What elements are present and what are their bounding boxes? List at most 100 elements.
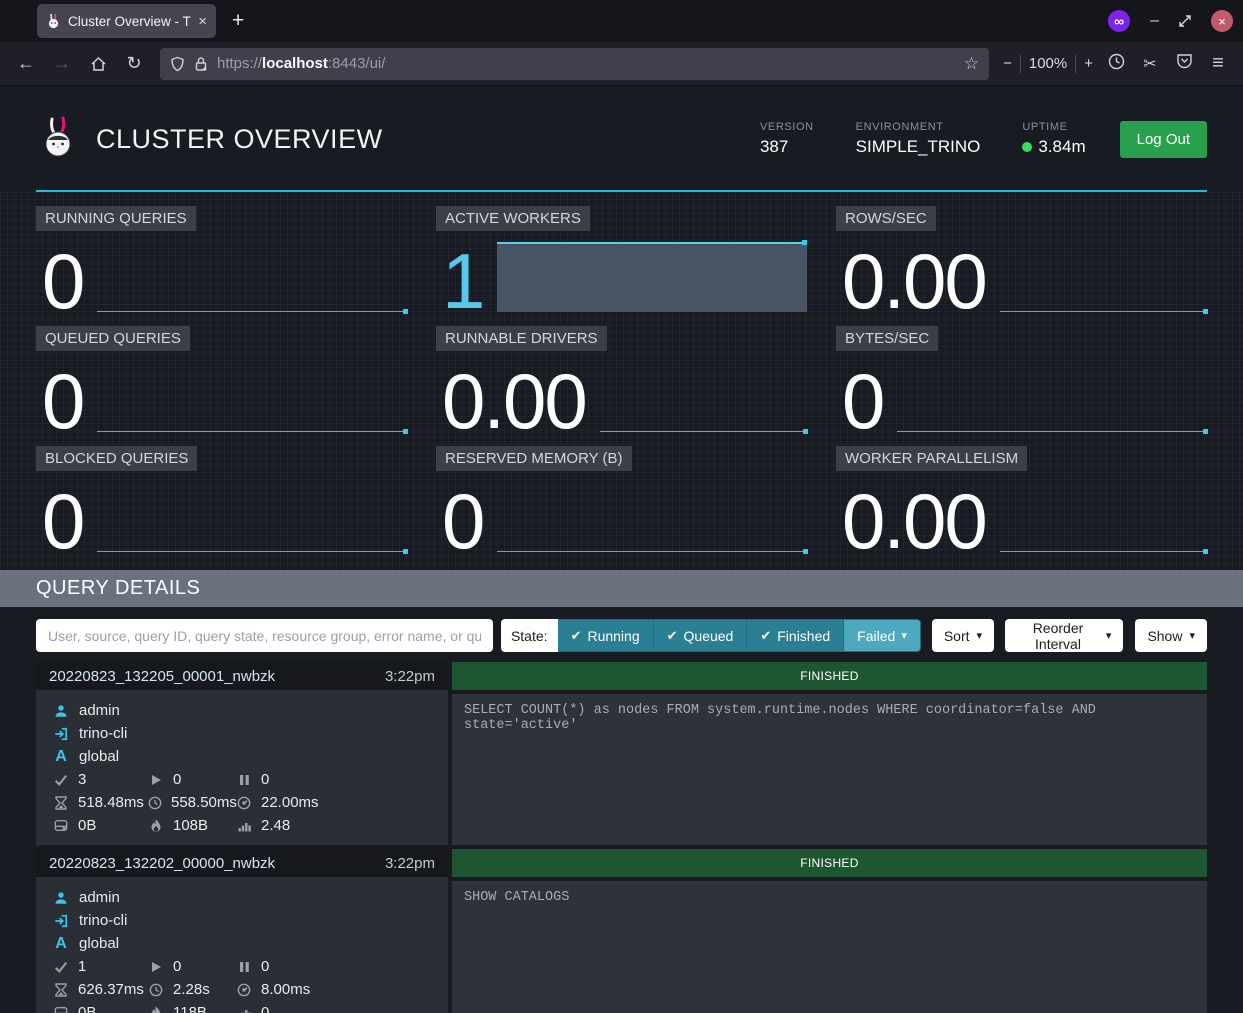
stat-card-rows-sec: ROWS/SEC 0.00 <box>836 206 1207 314</box>
query-user: admin <box>79 889 120 906</box>
elapsed-clock-icon <box>148 796 162 810</box>
app-header: CLUSTER OVERVIEW VERSION 387 ENVIRONMENT… <box>0 86 1243 172</box>
url-text[interactable]: https://localhost:8443/ui/ <box>217 55 955 72</box>
sparkline <box>600 363 807 432</box>
query-search-input[interactable] <box>36 619 493 652</box>
current-memory-disk-icon <box>53 819 69 832</box>
query-id-link[interactable]: 20220823_132202_00000_nwbzk <box>49 855 385 872</box>
new-tab-button[interactable]: + <box>232 9 244 33</box>
query-user: admin <box>79 702 120 719</box>
trino-bunny-logo <box>36 116 82 162</box>
splits-queued-pause-icon <box>236 961 252 973</box>
source-signin-icon <box>53 727 69 741</box>
sparkline <box>97 363 407 432</box>
tracking-shield-icon[interactable] <box>170 56 185 72</box>
bookmark-star-icon[interactable]: ☆ <box>964 54 979 74</box>
cpu-time-gauge-icon <box>236 796 252 810</box>
uptime-info: UPTIME 3.84m <box>1022 121 1085 157</box>
reload-icon[interactable]: ↻ <box>118 48 150 80</box>
url-bar[interactable]: https://localhost:8443/ui/ ☆ <box>160 48 989 80</box>
sparkline <box>1000 483 1207 552</box>
stat-card-bytes-sec: BYTES/SEC 0 <box>836 326 1207 434</box>
state-filter-running[interactable]: ✔ Running <box>558 619 654 652</box>
zoom-level[interactable]: 100% <box>1029 55 1067 72</box>
browser-nav-bar: ← → ↻ https://localhost:8443/ui/ ☆ − 100… <box>0 42 1243 86</box>
splits-running-play-icon <box>148 961 164 973</box>
query-filter-toolbar: State: ✔ Running ✔ Queued ✔ Finished Fai… <box>0 619 1243 652</box>
query-resource-group: global <box>79 748 119 765</box>
tab-title: Cluster Overview - Trino <box>68 14 191 29</box>
zoom-in-button[interactable]: + <box>1084 55 1093 72</box>
current-memory-disk-icon <box>53 1006 69 1013</box>
resource-group-icon: A <box>53 748 69 766</box>
query-details-title: QUERY DETAILS <box>36 577 200 600</box>
back-icon[interactable]: ← <box>10 48 42 80</box>
show-dropdown[interactable]: Show ▾ <box>1135 619 1207 652</box>
home-icon[interactable] <box>82 48 114 80</box>
lock-warning-icon[interactable] <box>194 56 208 72</box>
cluster-stats-section: RUNNING QUERIES 0 ACTIVE WORKERS 1 ROWS/… <box>0 192 1243 570</box>
query-id-link[interactable]: 20220823_132205_00001_nwbzk <box>49 668 385 685</box>
page-title: CLUSTER OVERVIEW <box>96 124 760 155</box>
query-time: 3:22pm <box>385 855 435 872</box>
state-filter-queued[interactable]: ✔ Queued <box>654 619 748 652</box>
screenshot-scissors-icon[interactable]: ✂ <box>1135 54 1165 74</box>
elapsed-clock-icon <box>148 983 164 997</box>
sparkline <box>97 243 407 312</box>
window-restore-button[interactable] <box>1179 15 1191 27</box>
query-source: trino-cli <box>79 912 127 929</box>
private-browsing-icon: ∞ <box>1108 10 1130 32</box>
check-icon: ✔ <box>760 628 771 644</box>
browser-tab[interactable]: Cluster Overview - Trino × <box>37 4 216 38</box>
trino-cluster-overview-page: CLUSTER OVERVIEW VERSION 387 ENVIRONMENT… <box>0 86 1243 1013</box>
environment-value: SIMPLE_TRINO <box>856 137 981 157</box>
stat-card-reserved-memory: RESERVED MEMORY (B) 0 <box>436 446 807 554</box>
query-source: trino-cli <box>79 725 127 742</box>
query-sql-text: SELECT COUNT(*) as nodes FROM system.run… <box>452 694 1207 845</box>
cumulative-memory-bars-icon <box>236 820 252 832</box>
query-resource-group: global <box>79 935 119 952</box>
menu-hamburger-icon[interactable]: ≡ <box>1203 52 1233 75</box>
reorder-interval-dropdown[interactable]: Reorder Interval ▾ <box>1005 619 1123 652</box>
state-filter-finished[interactable]: ✔ Finished <box>747 619 844 652</box>
logout-button[interactable]: Log Out <box>1120 121 1207 158</box>
query-status-badge: FINISHED <box>452 849 1207 877</box>
source-signin-icon <box>53 914 69 928</box>
state-filter-failed-dropdown[interactable]: Failed ▾ <box>844 619 921 652</box>
query-row: 20220823_132205_00001_nwbzk 3:22pm admin… <box>36 662 1207 845</box>
stat-card-blocked-queries: BLOCKED QUERIES 0 <box>36 446 407 554</box>
forward-icon: → <box>46 48 78 80</box>
query-details-header: QUERY DETAILS <box>0 570 1243 607</box>
sparkline <box>1000 243 1207 312</box>
uptime-status-dot <box>1022 142 1032 152</box>
sparkline <box>897 363 1207 432</box>
peak-memory-fire-icon <box>148 819 164 833</box>
sparkline <box>497 242 807 312</box>
caret-down-icon: ▾ <box>977 629 983 642</box>
version-value: 387 <box>760 137 814 157</box>
window-close-button[interactable]: × <box>1211 10 1233 32</box>
tab-close-icon[interactable]: × <box>198 13 207 30</box>
history-clock-icon[interactable] <box>1101 53 1131 75</box>
window-minimize-button[interactable]: – <box>1150 12 1159 30</box>
wall-time-hourglass-icon <box>53 796 69 810</box>
splits-completed-check-icon <box>53 773 69 787</box>
pocket-icon[interactable] <box>1169 53 1199 74</box>
query-status-badge: FINISHED <box>452 662 1207 690</box>
zoom-out-button[interactable]: − <box>1003 55 1012 72</box>
sparkline <box>497 483 807 552</box>
cumulative-memory-bars-icon <box>236 1007 252 1013</box>
peak-memory-fire-icon <box>148 1006 164 1013</box>
splits-completed-check-icon <box>53 960 69 974</box>
resource-group-icon: A <box>53 935 69 953</box>
stat-card-active-workers: ACTIVE WORKERS 1 <box>436 206 807 314</box>
cpu-time-gauge-icon <box>236 983 252 997</box>
stat-card-runnable-drivers: RUNNABLE DRIVERS 0.00 <box>436 326 807 434</box>
trino-favicon <box>46 13 61 29</box>
check-icon: ✔ <box>667 628 678 644</box>
sort-dropdown[interactable]: Sort ▾ <box>932 619 994 652</box>
splits-queued-pause-icon <box>236 774 252 786</box>
sparkline <box>97 483 407 552</box>
user-icon <box>53 891 69 905</box>
version-info: VERSION 387 <box>760 121 814 157</box>
